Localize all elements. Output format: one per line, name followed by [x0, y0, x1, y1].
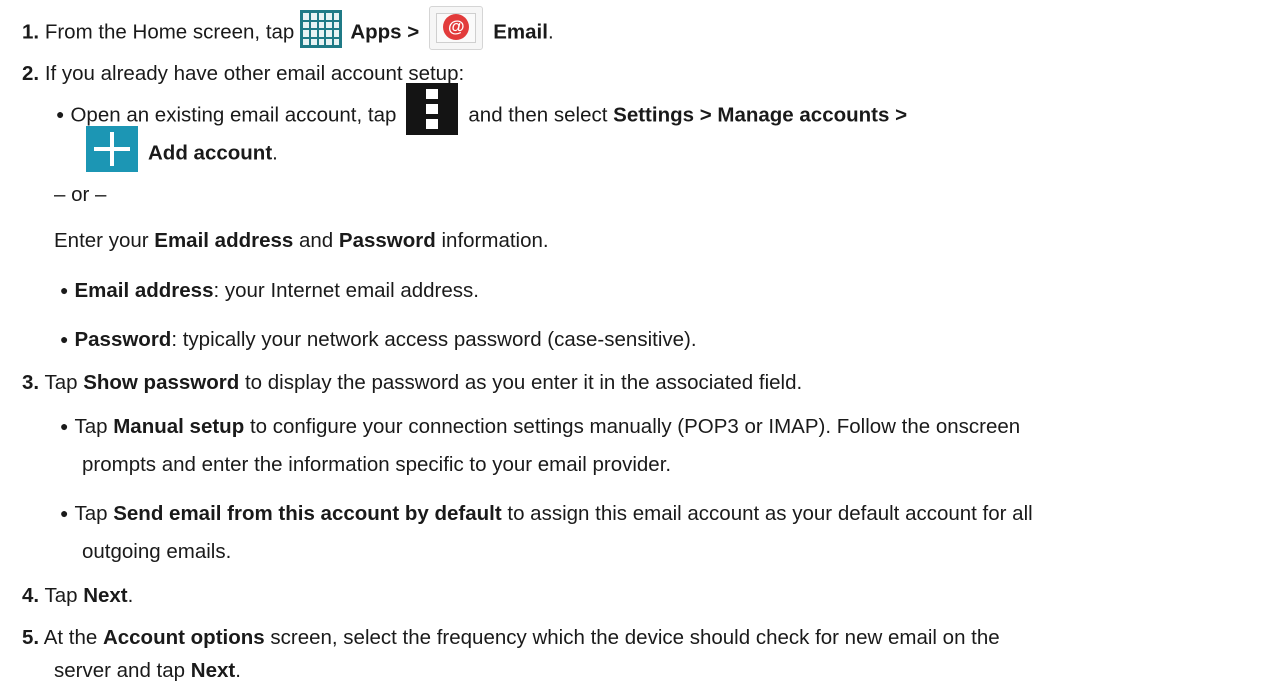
step-5-cont: server and tap Next.: [54, 659, 241, 682]
step-2-enter: Enter your Email address and Password in…: [54, 229, 549, 252]
step-2-or: – or –: [54, 183, 107, 206]
step-3-bullet-manual-cont: prompts and enter the information specif…: [82, 453, 672, 476]
apps-grid-icon: [300, 10, 343, 48]
step-3: 3. Tap Show password to display the pass…: [22, 371, 803, 394]
overflow-menu-icon: [406, 83, 459, 135]
step-2: 2. If you already have other email accou…: [22, 62, 465, 85]
step-2-add-account: Add account.: [86, 126, 278, 172]
step-4: 4. Tap Next.: [22, 584, 134, 607]
email-at-icon: @: [429, 6, 484, 50]
step-2-bullet-existing: ● Open an existing email account, tap and …: [56, 83, 907, 135]
step-3-bullet-default: ● Tap Send email from this account by def…: [60, 502, 1033, 525]
step-3-bullet-default-cont: outgoing emails.: [82, 540, 232, 563]
step-2-bullet-email: ● Email address: your Internet email addr…: [60, 279, 479, 302]
step-3-bullet-manual: ● Tap Manual setup to configure your conn…: [60, 415, 1021, 438]
add-plus-icon: [86, 126, 138, 172]
step-5: 5. At the Account options screen, select…: [22, 626, 1000, 649]
step-2-bullet-password: ● Password: typically your network access…: [60, 328, 697, 351]
step-1: 1. From the Home screen, tap Apps > @ Email…: [22, 6, 554, 50]
